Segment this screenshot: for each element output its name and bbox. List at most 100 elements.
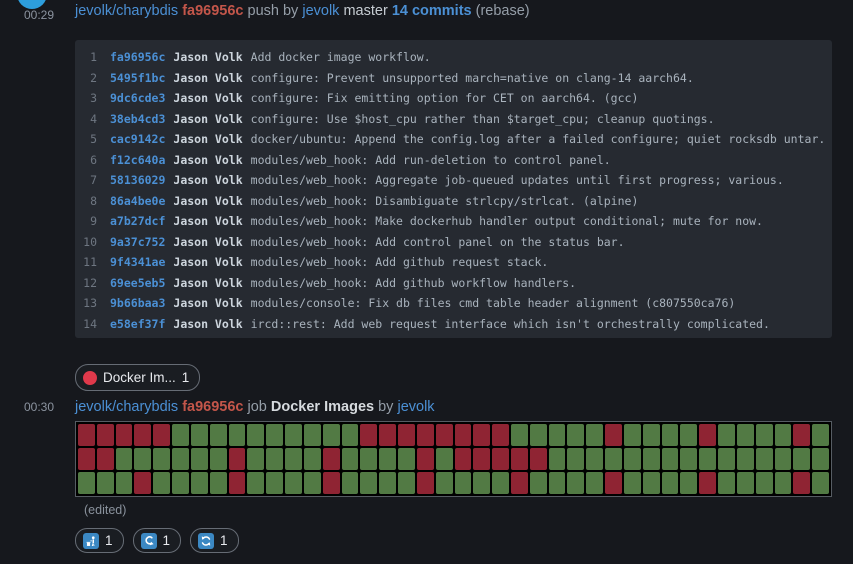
commit-author: Jason Volk bbox=[173, 314, 242, 335]
commit-author: Jason Volk bbox=[173, 47, 242, 68]
commit-message: configure: Prevent unsupported march=nat… bbox=[251, 68, 694, 89]
job-status-cell bbox=[549, 424, 566, 446]
commit-hash-link[interactable]: 69ee5eb5 bbox=[110, 273, 165, 294]
user-link[interactable]: jevolk bbox=[397, 399, 434, 415]
commit-message: modules/web_hook: Make dockerhub handler… bbox=[251, 211, 763, 232]
commit-author: Jason Volk bbox=[173, 293, 242, 314]
commit-hash-link[interactable]: 9dc6cde3 bbox=[110, 88, 165, 109]
job-status-cell bbox=[492, 448, 509, 470]
job-status-cell bbox=[718, 424, 735, 446]
commit-hash-link[interactable]: fa96956c bbox=[110, 47, 165, 68]
job-status-cell bbox=[436, 448, 453, 470]
reaction-docker-images[interactable]: Docker Im... 1 bbox=[75, 364, 200, 391]
job-status-cell bbox=[586, 472, 603, 494]
job-status-cell bbox=[285, 424, 302, 446]
chat-timeline: { "colors": { "page_bg": "#16181d", "cod… bbox=[0, 0, 853, 564]
job-text: job bbox=[248, 399, 267, 415]
commit-hash-link[interactable]: a7b27dcf bbox=[110, 211, 165, 232]
commit-hash-link[interactable]: 38eb4cd3 bbox=[110, 109, 165, 130]
commit-line: 39dc6cde3Jason Volkconfigure: Fix emitti… bbox=[75, 88, 832, 109]
commit-line: 1fa96956cJason VolkAdd docker image work… bbox=[75, 47, 832, 68]
user-link[interactable]: jevolk bbox=[302, 3, 339, 19]
job-status-cell bbox=[737, 448, 754, 470]
job-status-cell bbox=[266, 472, 283, 494]
commits-link[interactable]: 14 commits bbox=[392, 3, 472, 19]
commit-hash-link[interactable]: 86a4be0e bbox=[110, 191, 165, 212]
commit-line: 9a7b27dcfJason Volkmodules/web_hook: Mak… bbox=[75, 211, 832, 232]
commit-author: Jason Volk bbox=[173, 68, 242, 89]
job-status-cell bbox=[229, 448, 246, 470]
commit-hash-link[interactable]: 9b66baa3 bbox=[110, 293, 165, 314]
job-status-cell bbox=[775, 448, 792, 470]
job-status-cell bbox=[229, 424, 246, 446]
job-status-cell bbox=[229, 472, 246, 494]
job-status-cell bbox=[153, 448, 170, 470]
job-status-cell bbox=[78, 472, 95, 494]
job-status-cell bbox=[775, 424, 792, 446]
job-status-cell bbox=[511, 472, 528, 494]
commit-hash-link[interactable]: 9f4341ae bbox=[110, 252, 165, 273]
line-number: 7 bbox=[75, 170, 97, 191]
job-status-cell bbox=[247, 472, 264, 494]
job-status-cell bbox=[530, 424, 547, 446]
reaction-put-litter[interactable]: 1 bbox=[75, 528, 124, 553]
job-status-cell bbox=[323, 472, 340, 494]
job-status-cell bbox=[191, 448, 208, 470]
job-status-cell bbox=[116, 448, 133, 470]
job-status-cell bbox=[360, 448, 377, 470]
job-grid-row bbox=[78, 472, 829, 494]
job-status-cell bbox=[455, 424, 472, 446]
job-reactions-row: 1 1 1 bbox=[75, 528, 239, 553]
job-status-cell bbox=[492, 472, 509, 494]
repo-link[interactable]: jevolk/charybdis bbox=[75, 399, 178, 415]
commit-line: 14e58ef37fJason Volkircd::rest: Add web … bbox=[75, 314, 832, 335]
reaction-counterclockwise-arrows[interactable]: 1 bbox=[190, 528, 239, 553]
job-status-cell bbox=[624, 472, 641, 494]
job-status-cell bbox=[304, 424, 321, 446]
job-status-cell bbox=[737, 424, 754, 446]
job-status-cell bbox=[285, 448, 302, 470]
job-status-cell bbox=[812, 448, 829, 470]
job-status-cell bbox=[662, 472, 679, 494]
job-status-cell bbox=[680, 448, 697, 470]
job-status-cell bbox=[116, 472, 133, 494]
job-status-cell bbox=[78, 424, 95, 446]
commit-message: configure: Fix emitting option for CET o… bbox=[251, 88, 639, 109]
red-circle-icon bbox=[83, 371, 97, 385]
commit-hash-link[interactable]: 9a37c752 bbox=[110, 232, 165, 253]
job-status-cell bbox=[134, 472, 151, 494]
commit-hash-link[interactable]: 5495f1bc bbox=[110, 68, 165, 89]
commit-hash-link[interactable]: 58136029 bbox=[110, 170, 165, 191]
commit-message: modules/web_hook: Disambiguate strlcpy/s… bbox=[251, 191, 639, 212]
job-status-cell bbox=[605, 448, 622, 470]
job-status-cell bbox=[360, 424, 377, 446]
job-message-header: jevolk/charybdis fa96956c job Docker Ima… bbox=[75, 399, 435, 415]
job-status-cell bbox=[549, 472, 566, 494]
job-status-cell bbox=[455, 448, 472, 470]
commit-message: modules/web_hook: Add control panel on t… bbox=[251, 232, 625, 253]
commit-hash-link[interactable]: e58ef37f bbox=[110, 314, 165, 335]
commit-message: configure: Use $host_cpu rather than $ta… bbox=[251, 109, 715, 130]
job-status-cell bbox=[417, 424, 434, 446]
job-status-cell bbox=[342, 448, 359, 470]
job-status-cell bbox=[737, 472, 754, 494]
job-name: Docker Images bbox=[271, 399, 374, 415]
commit-hash-link[interactable]: cac9142c bbox=[110, 129, 165, 150]
job-status-cell bbox=[134, 424, 151, 446]
counterclockwise-arrows-icon bbox=[198, 533, 214, 549]
reaction-curved-arrow[interactable]: 1 bbox=[133, 528, 182, 553]
commit-hash-link[interactable]: f12c640a bbox=[110, 150, 165, 171]
job-status-cell bbox=[172, 448, 189, 470]
timestamp: 00:29 bbox=[16, 8, 62, 22]
job-status-cell bbox=[379, 448, 396, 470]
commit-author: Jason Volk bbox=[173, 252, 242, 273]
job-status-cell bbox=[134, 448, 151, 470]
job-status-cell bbox=[662, 424, 679, 446]
job-grid-row bbox=[78, 448, 829, 470]
line-number: 2 bbox=[75, 68, 97, 89]
repo-link[interactable]: jevolk/charybdis bbox=[75, 3, 178, 19]
job-status-cell bbox=[78, 448, 95, 470]
commit-list: 1fa96956cJason VolkAdd docker image work… bbox=[75, 40, 832, 338]
job-status-cell bbox=[247, 448, 264, 470]
line-number: 11 bbox=[75, 252, 97, 273]
